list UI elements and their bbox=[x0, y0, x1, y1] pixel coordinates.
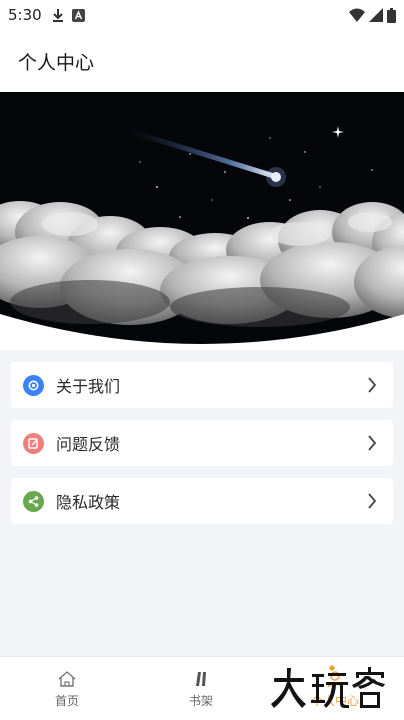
menu-item-feedback[interactable]: 问题反馈 bbox=[11, 420, 393, 466]
gear-icon bbox=[23, 374, 44, 396]
watermark-logo bbox=[271, 665, 385, 708]
status-bar: 5:30 bbox=[0, 0, 404, 30]
menu-item-privacy-policy[interactable]: 隐私政策 bbox=[11, 478, 393, 524]
page-title: 个人中心 bbox=[18, 51, 95, 74]
app-header: 个人中心 bbox=[0, 30, 404, 92]
nav-item-bookshelf[interactable]: 书架 bbox=[134, 657, 268, 720]
menu-item-label: 隐私政策 bbox=[56, 493, 121, 512]
night-sky-illustration bbox=[0, 92, 404, 344]
status-left-icons bbox=[52, 8, 85, 22]
menu-item-label: 问题反馈 bbox=[56, 435, 121, 454]
chevron-right-icon bbox=[368, 493, 377, 509]
nav-label: 首页 bbox=[54, 693, 79, 708]
status-right-icons bbox=[349, 7, 396, 23]
nav-item-home[interactable]: 首页 bbox=[0, 657, 134, 720]
menu-item-label: 关于我们 bbox=[56, 377, 121, 396]
home-icon bbox=[58, 670, 76, 687]
share-icon bbox=[23, 490, 44, 512]
a-badge-icon bbox=[71, 8, 85, 22]
status-time: 5:30 bbox=[8, 6, 42, 24]
edit-icon bbox=[23, 432, 44, 454]
menu-item-about-us[interactable]: 关于我们 bbox=[11, 362, 393, 408]
download-icon bbox=[52, 9, 63, 22]
battery-icon bbox=[387, 7, 396, 23]
chevron-right-icon bbox=[368, 435, 377, 451]
nav-label: 书架 bbox=[188, 693, 213, 708]
hero-banner bbox=[0, 92, 404, 350]
wifi-icon bbox=[349, 8, 365, 22]
chevron-right-icon bbox=[368, 377, 377, 393]
signal-icon bbox=[369, 8, 383, 22]
bookshelf-icon bbox=[196, 671, 206, 686]
